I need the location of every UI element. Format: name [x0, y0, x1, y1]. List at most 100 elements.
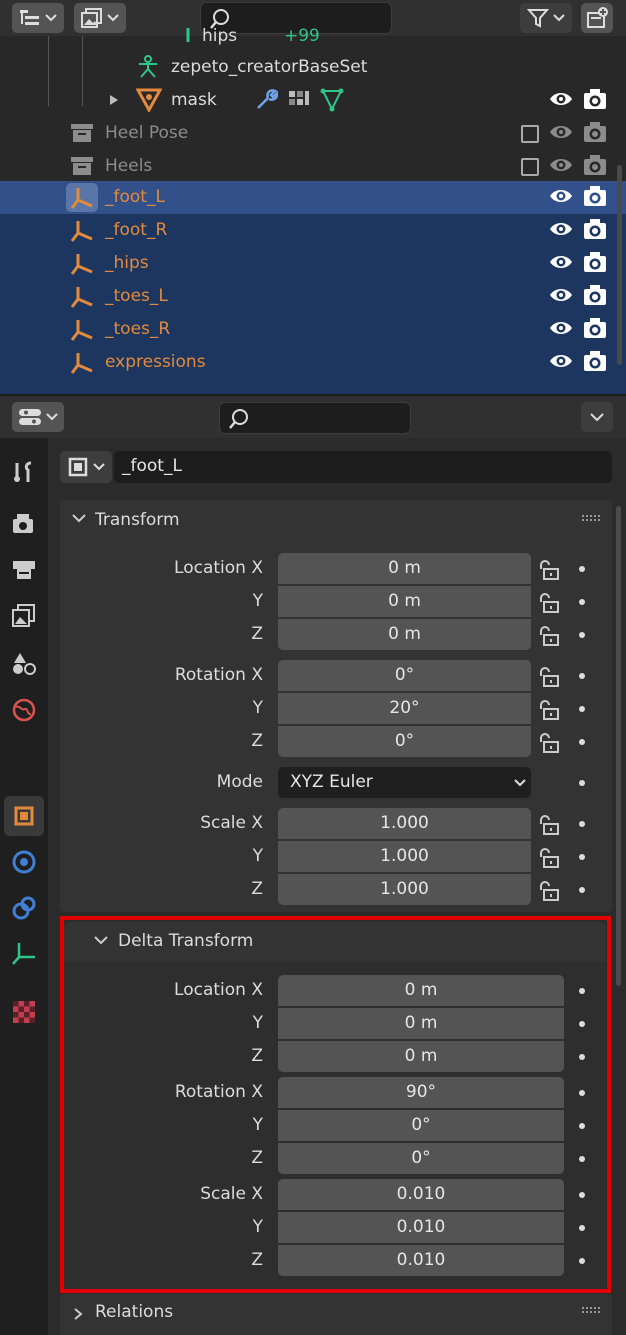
location-y-field[interactable]: 0 m [278, 586, 531, 617]
relations-panel[interactable]: Relations [60, 1294, 612, 1335]
scale-x-field[interactable]: 1.000 [278, 808, 531, 839]
rotation-z-field[interactable]: 0° [278, 726, 531, 757]
keyframe-dot[interactable] [579, 821, 585, 827]
drag-handle-icon[interactable] [582, 1307, 600, 1315]
tab-object-data[interactable] [4, 934, 44, 974]
rotation-x-field[interactable]: 0° [278, 660, 531, 691]
wrench-icon[interactable] [254, 88, 278, 112]
properties-scrollbar[interactable] [616, 506, 621, 986]
drag-handle-icon[interactable] [582, 515, 600, 523]
outliner-row-foot-r[interactable]: _foot_R [0, 214, 626, 247]
lock-icon[interactable] [537, 666, 561, 688]
properties-tabs [0, 438, 48, 1335]
lock-icon[interactable] [537, 732, 561, 754]
keyframe-dot[interactable] [579, 599, 585, 605]
eye-icon[interactable] [549, 155, 573, 175]
tab-output[interactable] [4, 550, 44, 590]
properties-header [0, 396, 626, 438]
rotation-y-field[interactable]: 20° [278, 693, 531, 724]
keyframe-dot[interactable] [579, 887, 585, 893]
properties-search-input[interactable] [219, 402, 411, 434]
lock-icon[interactable] [537, 625, 561, 647]
object-icon [68, 457, 88, 477]
lock-icon[interactable] [537, 699, 561, 721]
outliner-row-hips[interactable]: hips +99 [0, 20, 626, 53]
editor-type-dropdown[interactable] [12, 402, 64, 432]
keyframe-dot[interactable] [579, 706, 585, 712]
tab-constraints[interactable] [4, 888, 44, 928]
keyframe-dot[interactable] [579, 632, 585, 638]
camera-icon[interactable] [583, 88, 607, 110]
collection-icon [71, 124, 93, 142]
rotation-y-label: Y [252, 698, 263, 718]
vertex-groups-icon[interactable] [287, 88, 311, 112]
scale-y-field[interactable]: 1.000 [278, 841, 531, 872]
constraint-icon [12, 896, 36, 920]
camera-icon[interactable] [583, 350, 607, 372]
outliner-row-expressions[interactable]: expressions [0, 346, 626, 379]
lock-icon[interactable] [537, 847, 561, 869]
tab-texture[interactable] [4, 992, 44, 1032]
mesh-data-icon[interactable] [320, 88, 344, 112]
tab-object[interactable] [4, 796, 44, 836]
keyframe-dot[interactable] [579, 566, 585, 572]
camera-icon[interactable] [583, 121, 607, 143]
outliner-row-toes-r[interactable]: _toes_R [0, 313, 626, 346]
exclude-checkbox[interactable] [521, 158, 539, 176]
outliner-row-toes-l[interactable]: _toes_L [0, 280, 626, 313]
rotation-mode-select[interactable]: XYZ Euler [278, 767, 531, 798]
camera-icon[interactable] [583, 251, 607, 273]
mesh-object-icon [136, 88, 162, 112]
location-z-field[interactable]: 0 m [278, 619, 531, 650]
camera-icon[interactable] [583, 284, 607, 306]
scale-z-field[interactable]: 1.000 [278, 874, 531, 905]
transform-panel-header[interactable]: Transform [60, 500, 612, 540]
location-x-label: Location X [174, 558, 263, 578]
lock-icon[interactable] [537, 880, 561, 902]
options-dropdown[interactable] [581, 402, 613, 432]
tab-physics[interactable] [4, 842, 44, 882]
object-type-dropdown[interactable] [60, 451, 112, 483]
outliner-row-armature-data[interactable]: zepeto_creatorBaseSet [0, 51, 626, 84]
eye-icon[interactable] [549, 285, 573, 305]
outliner-row-heel-pose[interactable]: Heel Pose [0, 117, 626, 150]
lock-icon[interactable] [537, 559, 561, 581]
tab-render[interactable] [4, 504, 44, 544]
outliner-row-partial [0, 379, 626, 394]
eye-icon[interactable] [549, 122, 573, 142]
camera-icon[interactable] [583, 185, 607, 207]
keyframe-dot[interactable] [579, 780, 585, 786]
keyframe-dot[interactable] [579, 673, 585, 679]
eye-icon[interactable] [549, 89, 573, 109]
exclude-checkbox[interactable] [521, 125, 539, 143]
chevron-down-icon [72, 514, 86, 523]
eye-icon[interactable] [549, 351, 573, 371]
keyframe-dot[interactable] [579, 739, 585, 745]
tab-tool[interactable] [4, 452, 44, 492]
expand-arrow-icon[interactable] [108, 94, 120, 106]
camera-icon[interactable] [583, 317, 607, 339]
output-icon [13, 561, 35, 579]
tab-scene[interactable] [4, 644, 44, 684]
object-icon [14, 806, 34, 826]
camera-icon[interactable] [583, 218, 607, 240]
location-z-label: Z [251, 624, 263, 644]
eye-icon[interactable] [549, 219, 573, 239]
outliner-row-heels[interactable]: Heels [0, 150, 626, 183]
tab-world[interactable] [4, 690, 44, 730]
outliner-row-foot-l[interactable]: _foot_L [0, 181, 626, 214]
location-x-field[interactable]: 0 m [278, 553, 531, 584]
lock-icon[interactable] [537, 814, 561, 836]
tab-view-layer[interactable] [4, 596, 44, 636]
lock-icon[interactable] [537, 592, 561, 614]
eye-icon[interactable] [549, 186, 573, 206]
keyframe-dot[interactable] [579, 854, 585, 860]
camera-icon[interactable] [583, 154, 607, 176]
armature-data-icon [139, 55, 157, 78]
eye-icon[interactable] [549, 318, 573, 338]
outliner-row-mask[interactable]: mask [0, 84, 626, 117]
outliner-row-hips-empty[interactable]: _hips [0, 247, 626, 280]
outliner-scrollbar[interactable] [617, 165, 622, 365]
object-name-field[interactable]: _foot_L [114, 451, 612, 483]
eye-icon[interactable] [549, 252, 573, 272]
